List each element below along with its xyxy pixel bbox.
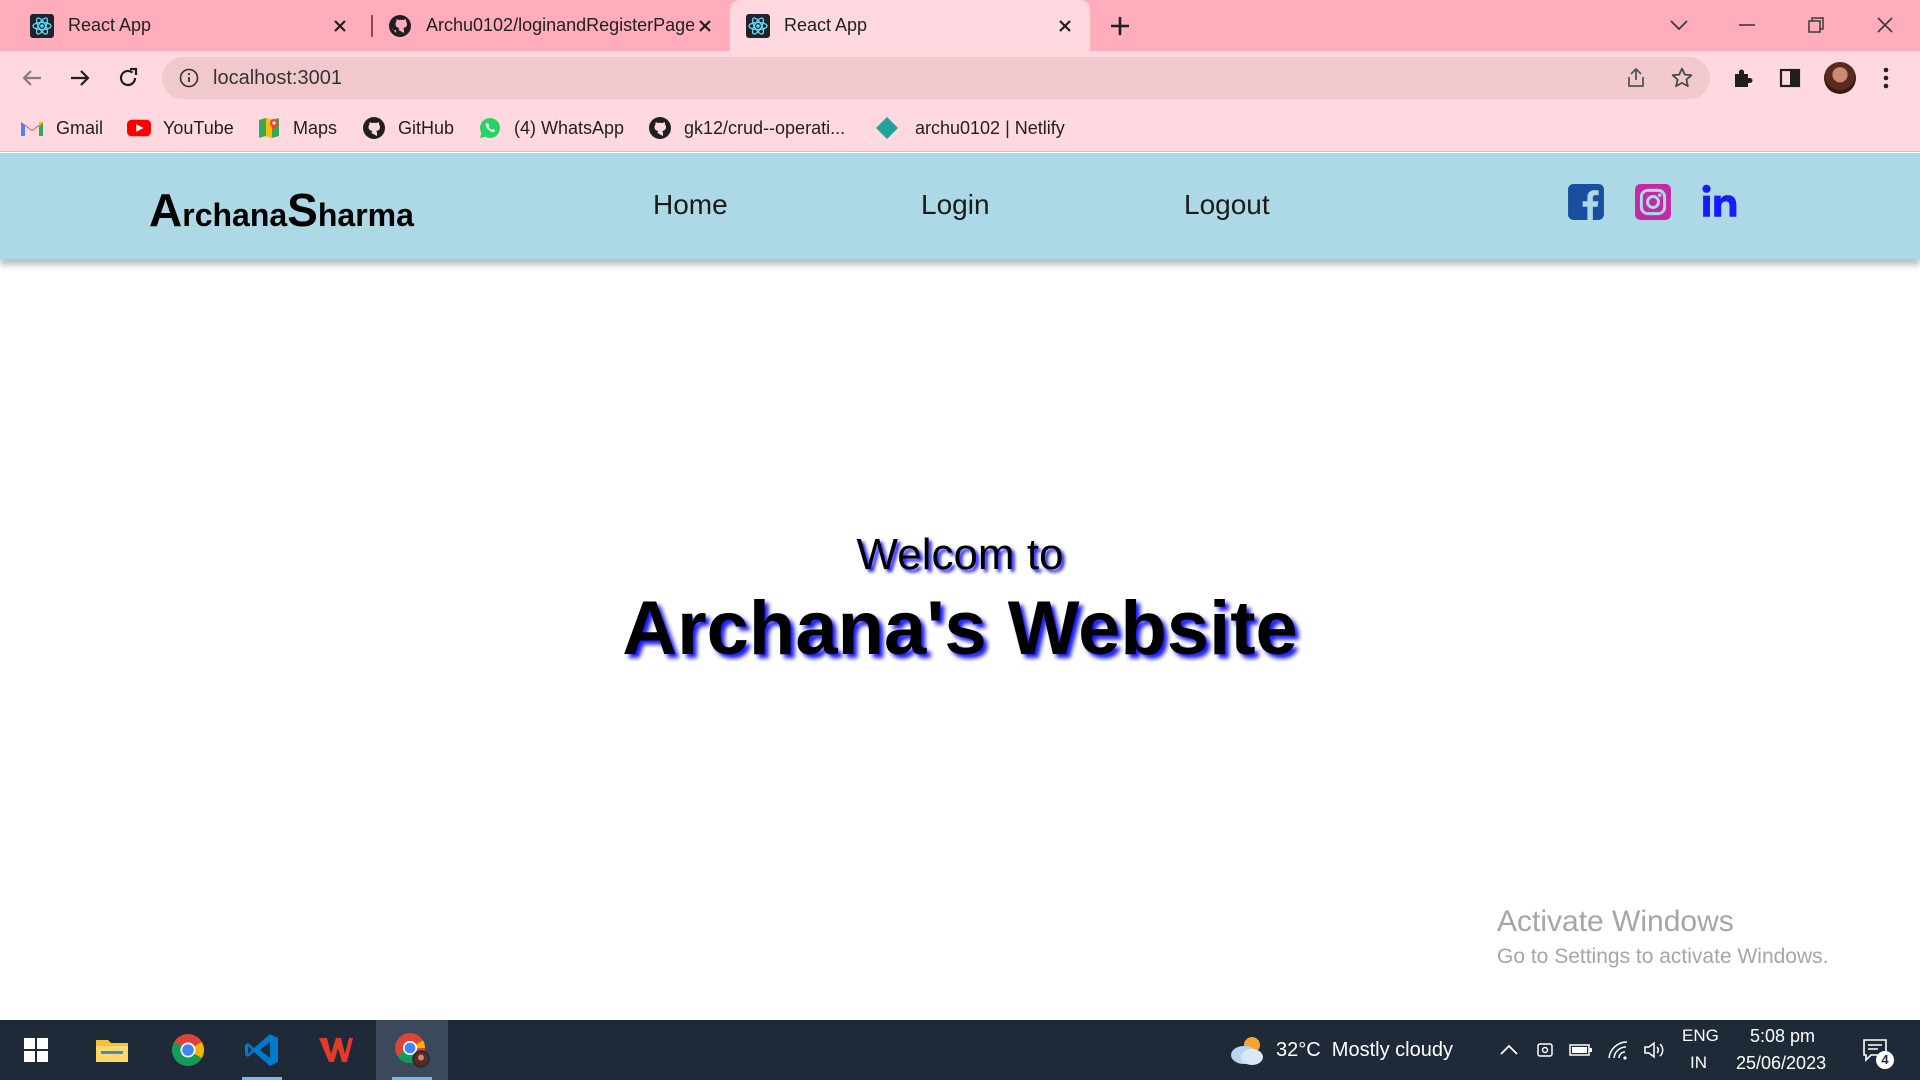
- taskbar-wps-office[interactable]: [300, 1020, 372, 1080]
- windows-icon: [24, 1038, 48, 1062]
- logo-letter-a: A: [149, 184, 183, 236]
- weather-widget[interactable]: 32°C Mostly cloudy: [1226, 1020, 1466, 1080]
- clock-time[interactable]: 5:08 pm: [1750, 1026, 1815, 1047]
- taskbar-file-explorer[interactable]: [76, 1020, 148, 1080]
- close-icon[interactable]: [694, 15, 716, 37]
- logo-text-harma: harma: [317, 197, 414, 233]
- bookmark-label: (4) WhatsApp: [514, 117, 625, 138]
- github-icon: [648, 116, 672, 140]
- weather-cloud-icon: [1231, 1037, 1263, 1065]
- forward-button[interactable]: [64, 62, 96, 94]
- volume-icon[interactable]: [1642, 1037, 1668, 1063]
- tab-react-app-1[interactable]: React App: [0, 0, 365, 51]
- bookmark-label: Gmail: [56, 117, 104, 138]
- side-panel-icon[interactable]: [1776, 64, 1804, 92]
- react-icon: [30, 13, 54, 38]
- profile-avatar[interactable]: [1824, 62, 1856, 94]
- maps-icon: [257, 116, 281, 140]
- weather-text: 32°C Mostly cloudy: [1276, 1039, 1453, 1061]
- site-navbar: ArchanaSharma Home Login Logout: [0, 153, 1920, 259]
- restore-icon[interactable]: [1801, 10, 1831, 40]
- watermark-title: Activate Windows: [1497, 905, 1734, 938]
- nav-logout-link[interactable]: Logout: [1184, 189, 1270, 221]
- meet-now-icon[interactable]: [1532, 1037, 1558, 1063]
- bookmark-label: YouTube: [163, 117, 234, 138]
- windows-taskbar: 32°C Mostly cloudy ENG IN 5:08 pm 25/06/…: [0, 1020, 1920, 1080]
- start-button[interactable]: [0, 1020, 72, 1080]
- close-window-icon[interactable]: [1870, 10, 1900, 40]
- bookmark-label: gk12/crud--operati...: [684, 117, 846, 138]
- logo-text-rchana: rchana: [182, 197, 288, 233]
- tab-react-app-active[interactable]: React App: [730, 0, 1090, 51]
- watermark-subtitle: Go to Settings to activate Windows.: [1497, 945, 1829, 968]
- tab-github[interactable]: Archu0102/loginandRegisterPage: [372, 0, 730, 51]
- bookmark-label: GitHub: [398, 117, 455, 138]
- folder-icon: [96, 1040, 128, 1062]
- whatsapp-icon: [478, 116, 502, 140]
- instagram-icon[interactable]: [1634, 183, 1672, 221]
- github-icon: [362, 116, 386, 140]
- close-icon[interactable]: [1054, 15, 1076, 37]
- gmail-icon: [20, 116, 44, 140]
- linkedin-icon[interactable]: [1701, 183, 1739, 221]
- reload-button[interactable]: [112, 62, 144, 94]
- hero-subtitle: Welcom to: [856, 530, 1064, 579]
- vscode-icon: [245, 1034, 278, 1066]
- tab-title: React App: [68, 15, 152, 35]
- minimize-icon[interactable]: [1732, 10, 1762, 40]
- taskbar-vscode[interactable]: [226, 1020, 298, 1080]
- back-button[interactable]: [16, 62, 48, 94]
- bookmark-youtube[interactable]: YouTube: [127, 114, 234, 142]
- notification-center-icon[interactable]: 4: [1858, 1037, 1894, 1069]
- close-icon[interactable]: [329, 15, 351, 37]
- bookmark-whatsapp[interactable]: (4) WhatsApp: [478, 114, 624, 142]
- wps-icon: [319, 1038, 353, 1062]
- url-text: localhost:3001: [213, 67, 342, 89]
- tab-title: React App: [784, 15, 868, 35]
- bookmark-label: archu0102 | Netlify: [915, 117, 1065, 138]
- language-bottom[interactable]: IN: [1690, 1053, 1707, 1073]
- bookmark-star-icon[interactable]: [1670, 66, 1694, 90]
- info-icon[interactable]: [178, 67, 200, 89]
- taskbar-chrome[interactable]: [152, 1020, 224, 1080]
- chevron-up-icon[interactable]: [1496, 1037, 1522, 1063]
- github-icon: [389, 14, 411, 37]
- react-icon: [746, 13, 770, 38]
- bookmark-label: Maps: [293, 117, 338, 138]
- notification-badge: 4: [1876, 1051, 1894, 1069]
- screen: React App Archu0102/loginandRegisterPage: [0, 0, 1920, 1080]
- facebook-icon[interactable]: [1567, 183, 1605, 221]
- bookmark-crud-operations[interactable]: gk12/crud--operati...: [648, 114, 845, 142]
- tab-strip: React App Archu0102/loginandRegisterPage: [0, 0, 1920, 51]
- chrome-profile-icon: [395, 1033, 430, 1068]
- youtube-icon: [127, 116, 151, 140]
- browser-toolbar: localhost:3001: [0, 51, 1920, 104]
- bookmarks-bar: Gmail YouTube Maps GitHub (4) WhatsApp g…: [0, 104, 1920, 152]
- site-logo[interactable]: ArchanaSharma: [149, 183, 414, 237]
- nav-home-link[interactable]: Home: [653, 189, 728, 221]
- battery-icon[interactable]: [1568, 1037, 1594, 1063]
- bookmark-gmail[interactable]: Gmail: [20, 114, 103, 142]
- page-viewport: ArchanaSharma Home Login Logout Welcom t…: [0, 153, 1920, 1020]
- nav-login-link[interactable]: Login: [921, 189, 990, 221]
- taskbar-chrome-profile[interactable]: [376, 1020, 448, 1080]
- menu-icon[interactable]: [1872, 64, 1900, 92]
- bookmark-maps[interactable]: Maps: [257, 114, 337, 142]
- chrome-icon: [172, 1034, 204, 1066]
- address-bar[interactable]: localhost:3001: [162, 57, 1710, 99]
- tab-title: Archu0102/loginandRegisterPage: [426, 15, 694, 35]
- new-tab-icon[interactable]: [1106, 12, 1134, 40]
- netlify-icon: [875, 116, 899, 140]
- extensions-icon[interactable]: [1729, 64, 1757, 92]
- logo-letter-s: S: [287, 184, 318, 236]
- language-top[interactable]: ENG: [1682, 1026, 1719, 1046]
- clock-date[interactable]: 25/06/2023: [1736, 1053, 1826, 1074]
- bookmark-netlify[interactable]: archu0102 | Netlify: [875, 114, 1065, 142]
- bookmark-github[interactable]: GitHub: [362, 114, 454, 142]
- wifi-icon[interactable]: [1606, 1037, 1632, 1063]
- share-icon[interactable]: [1624, 66, 1648, 90]
- activate-windows-watermark: Activate Windows Go to Settings to activ…: [1497, 905, 1829, 969]
- hero-title: Archana's Website: [622, 586, 1298, 671]
- tab-search-icon[interactable]: [1664, 10, 1694, 40]
